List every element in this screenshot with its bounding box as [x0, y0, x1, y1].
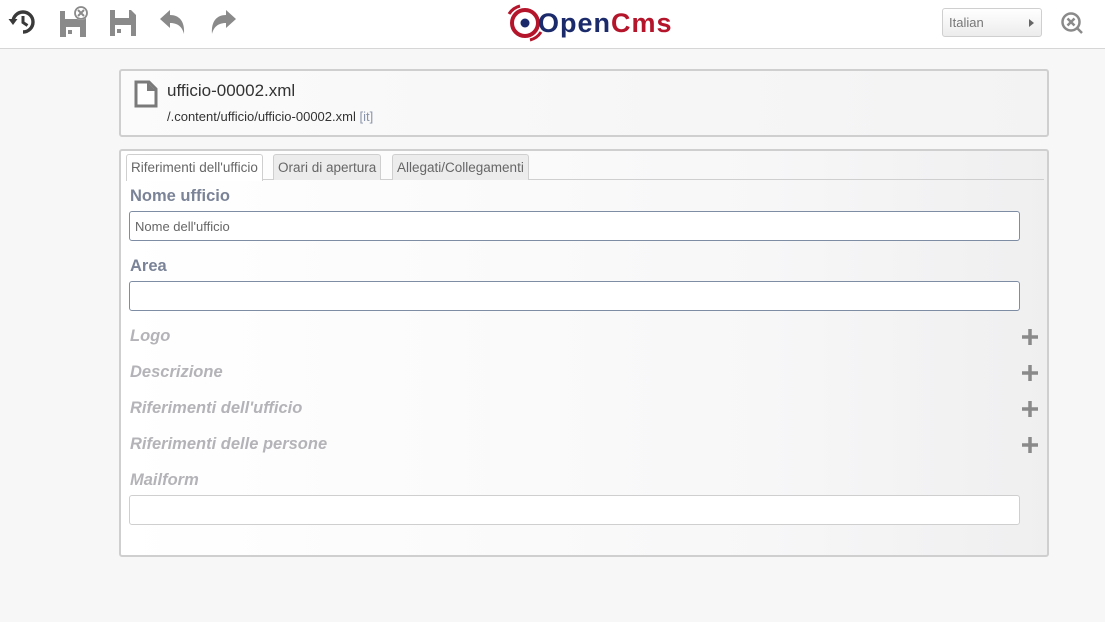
area-input[interactable] — [129, 281, 1020, 311]
tab-bar: Riferimenti dell'ufficio Orari di apertu… — [126, 153, 1044, 181]
add-logo-plus-icon[interactable] — [1021, 328, 1039, 346]
resource-path: /.content/ufficio/ufficio-00002.xml [it] — [167, 109, 373, 124]
content-form: Riferimenti dell'ufficio Orari di apertu… — [119, 149, 1049, 557]
resource-locale: [it] — [359, 109, 374, 124]
field-label-descrizione: Descrizione — [130, 363, 223, 381]
resource-header: ufficio-00002.xml /.content/ufficio/uffi… — [119, 69, 1049, 137]
save-exit-icon — [60, 6, 88, 37]
undo-button[interactable] — [156, 4, 190, 40]
tab-orari-apertura[interactable]: Orari di apertura — [273, 154, 382, 180]
tab-allegati-collegamenti[interactable]: Allegati/Collegamenti — [392, 154, 529, 180]
close-button[interactable] — [1058, 9, 1086, 37]
field-label-riferimenti-persone: Riferimenti delle persone — [130, 435, 328, 453]
add-descrizione-plus-icon[interactable] — [1021, 364, 1039, 382]
history-button[interactable] — [6, 4, 40, 40]
field-label-riferimenti-ufficio: Riferimenti dell'ufficio — [130, 399, 303, 417]
history-icon — [8, 10, 35, 34]
undo-icon — [160, 10, 185, 34]
nome-ufficio-input[interactable] — [129, 211, 1020, 241]
save-button[interactable] — [106, 4, 140, 40]
resource-title: ufficio-00002.xml — [167, 81, 296, 100]
field-label-logo: Logo — [130, 327, 171, 345]
language-select[interactable]: Italian — [942, 8, 1042, 37]
file-icon — [134, 80, 158, 108]
add-riferimenti-ufficio-plus-icon[interactable] — [1021, 400, 1039, 418]
redo-icon — [211, 10, 236, 34]
toolbar: OpenCms Italian — [0, 0, 1105, 49]
field-label-nome-ufficio: Nome ufficio — [130, 187, 230, 205]
field-label-mailform: Mailform — [130, 471, 199, 489]
add-riferimenti-persone-plus-icon[interactable] — [1021, 436, 1039, 454]
redo-button[interactable] — [206, 4, 240, 40]
language-select-value: Italian — [949, 15, 984, 30]
mailform-input[interactable] — [129, 495, 1020, 525]
save-icon — [110, 10, 136, 36]
field-label-area: Area — [130, 257, 167, 275]
svg-text:OpenCms: OpenCms — [538, 8, 673, 38]
save-exit-button[interactable] — [56, 4, 90, 40]
tab-riferimenti-ufficio[interactable]: Riferimenti dell'ufficio — [126, 154, 263, 181]
opencms-logo: OpenCms — [506, 3, 686, 43]
chevron-right-icon — [1029, 19, 1034, 27]
resource-path-text: /.content/ufficio/ufficio-00002.xml — [167, 109, 356, 124]
close-icon — [1061, 12, 1083, 34]
